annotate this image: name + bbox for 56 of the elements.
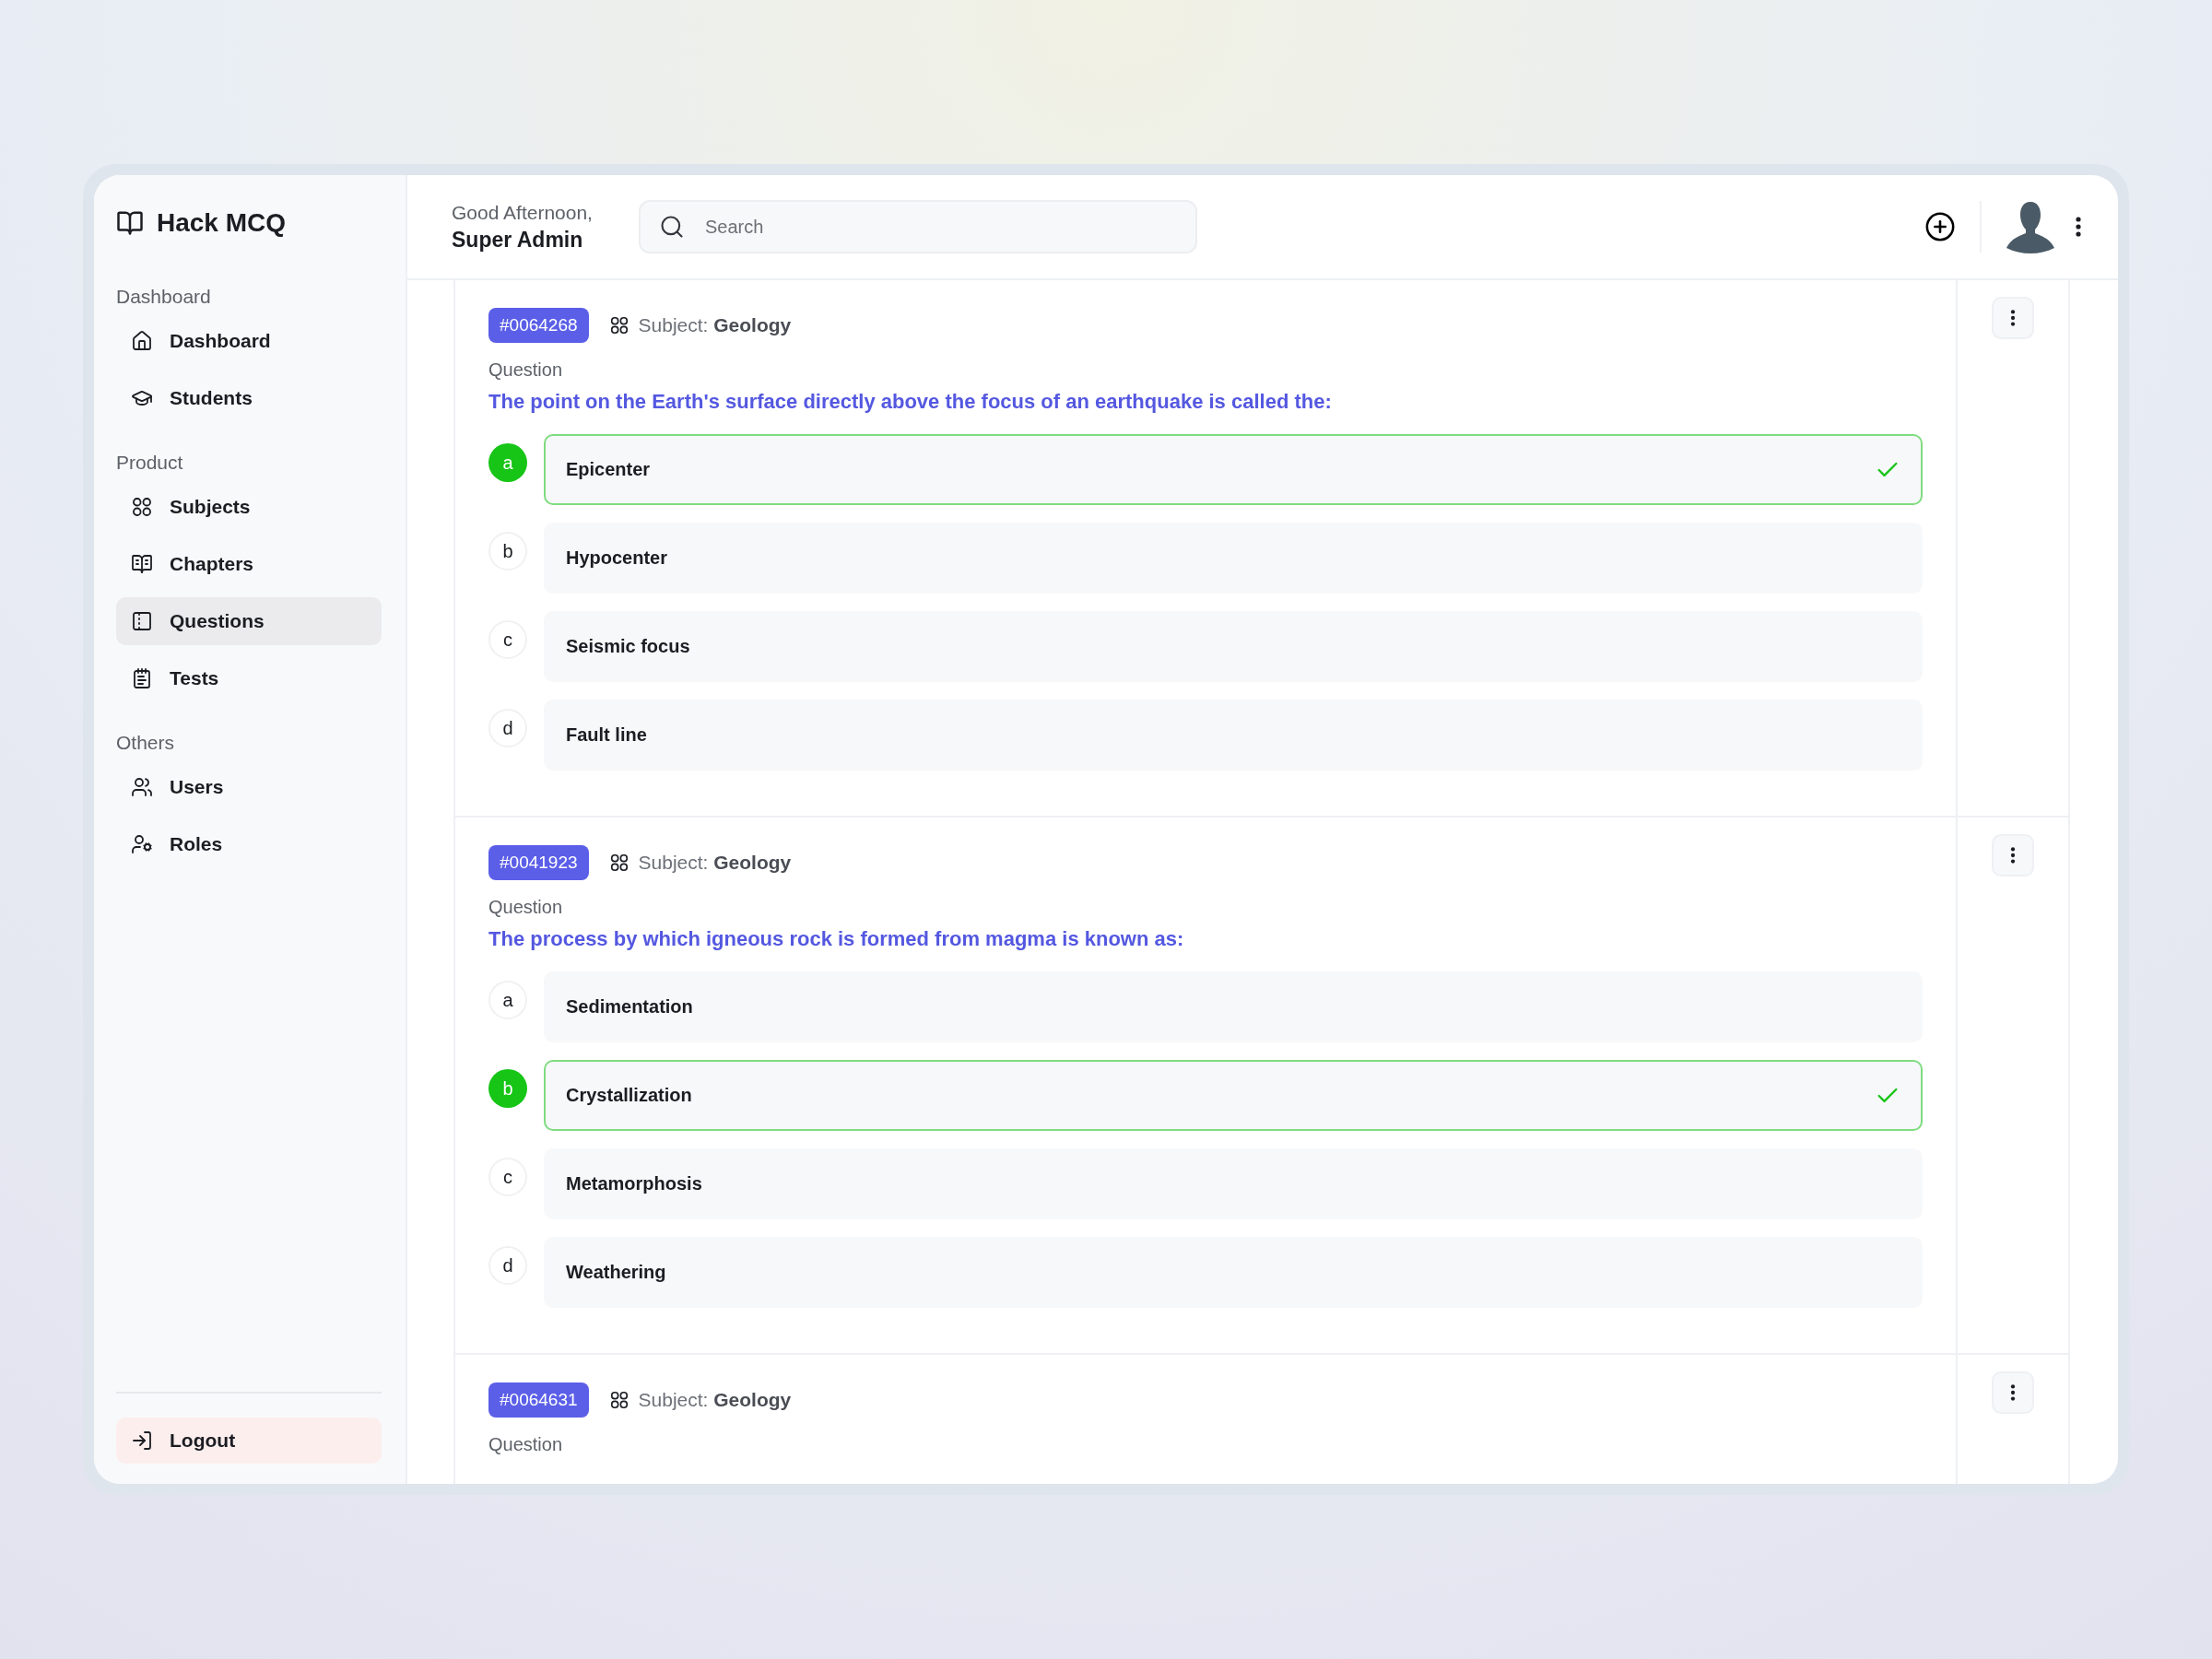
option-letter: c (488, 1158, 527, 1196)
grid-icon (131, 496, 153, 518)
book-icon (131, 553, 153, 575)
subject-label: Subject: Geology (638, 852, 792, 874)
greeting: Good Afternoon, (452, 201, 593, 224)
sidebar-item[interactable]: Questions (116, 597, 382, 645)
grid-icon (608, 1390, 629, 1410)
question-text: The point on the Earth's surface directly above the focus of an earthquake is called the: (488, 390, 1333, 414)
search-icon (658, 214, 685, 240)
option-letter: a (488, 981, 527, 1019)
grid-icon (608, 853, 629, 873)
book-icon (116, 209, 144, 237)
question-label: Question (488, 897, 564, 918)
add-button[interactable] (1924, 211, 1956, 242)
answer-option[interactable]: Hypocenter (544, 523, 1923, 594)
search-field[interactable]: Search (638, 200, 1197, 253)
notepad-icon (131, 667, 153, 689)
kebab-icon (2010, 847, 2016, 864)
question-id: #0064631 (488, 1382, 589, 1418)
answer-option[interactable]: Seismic focus (544, 611, 1923, 682)
users-icon (131, 776, 153, 798)
answer-option[interactable]: Weathering (544, 1237, 1923, 1308)
question-label: Question (488, 1434, 564, 1455)
logout-button[interactable]: Logout (116, 1418, 382, 1464)
kebab-icon (2076, 217, 2081, 237)
home-icon (131, 330, 153, 352)
user-name: Super Admin (452, 227, 584, 253)
option-letter: d (488, 1246, 527, 1285)
question-id: #0064268 (488, 308, 589, 343)
option-letter: d (488, 709, 527, 747)
option-letter: a (488, 443, 527, 482)
avatar-silhouette[interactable] (2006, 200, 2055, 253)
section-title: Dashboard (116, 286, 212, 308)
answer-option[interactable]: Fault line (544, 700, 1923, 771)
option-letter: b (488, 1069, 527, 1108)
grid-icon (608, 315, 629, 335)
answer-option[interactable]: Metamorphosis (544, 1148, 1923, 1219)
question-id: #0041923 (488, 845, 589, 880)
subject-label: Subject: Geology (638, 1389, 792, 1411)
panel-icon (131, 610, 153, 632)
answer-option[interactable]: Epicenter (544, 434, 1923, 505)
section-title: Product (116, 452, 184, 474)
kebab-icon (2010, 1384, 2016, 1401)
more-button[interactable] (2076, 217, 2081, 237)
kebab-icon (2010, 310, 2016, 326)
answer-option[interactable]: Crystallization (544, 1060, 1923, 1131)
brand-name: Hack MCQ (157, 208, 287, 238)
question-label: Question (488, 359, 564, 381)
question-text: The process by which igneous rock is formed from magma is known as: (488, 927, 1185, 951)
user-gear-icon (131, 833, 153, 855)
option-letter: c (488, 620, 527, 659)
logout-icon (131, 1430, 153, 1452)
answer-option[interactable]: Sedimentation (544, 971, 1923, 1042)
subject-label: Subject: Geology (638, 314, 792, 336)
section-title: Others (116, 732, 176, 754)
option-letter: b (488, 532, 527, 571)
